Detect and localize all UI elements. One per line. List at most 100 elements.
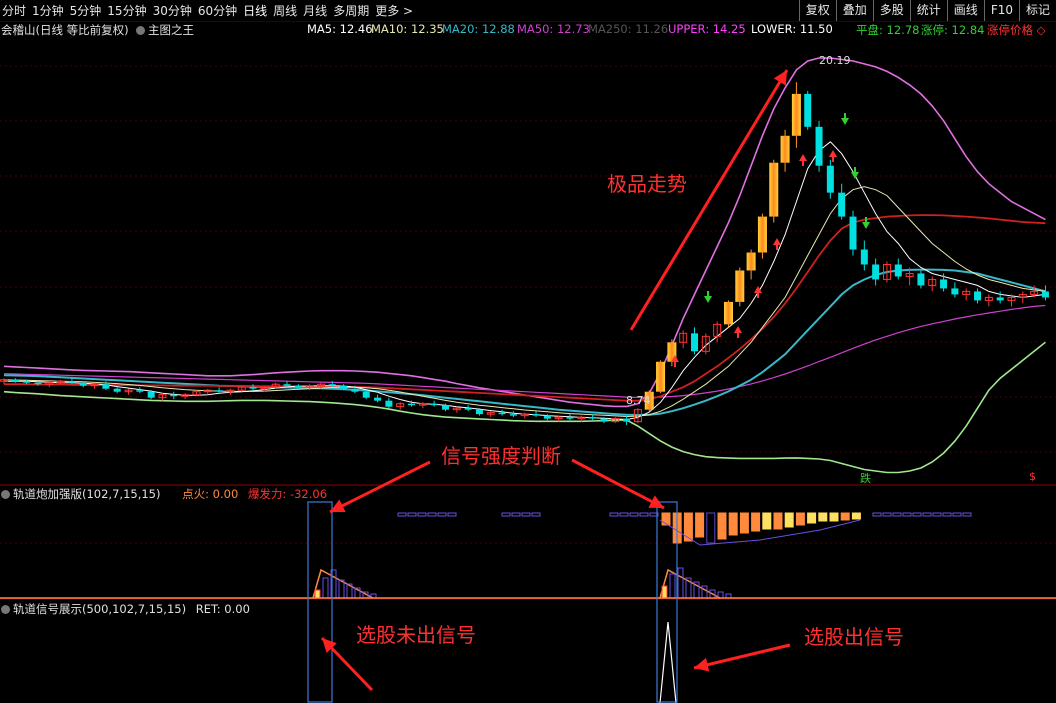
- candle-body: [374, 397, 382, 401]
- candle-body: [283, 384, 291, 386]
- candle-body: [951, 288, 959, 295]
- strength-bar: [840, 512, 850, 521]
- strength-bar: [706, 512, 716, 544]
- candle-body: [408, 403, 416, 406]
- no-signal-annotation: 选股未出信号: [356, 623, 476, 647]
- candle-body: [746, 252, 756, 271]
- sell-arrow: [851, 172, 859, 179]
- highlight-box-1: [307, 501, 333, 703]
- strength-arrow-left: [329, 460, 431, 514]
- strength-dash: [629, 512, 639, 517]
- signal2-bar: [677, 567, 684, 599]
- dollar-marker: $: [1029, 470, 1036, 483]
- candle-body: [147, 391, 155, 398]
- strength-dash: [639, 512, 649, 517]
- candle-body: [691, 333, 699, 352]
- candle-body: [791, 93, 801, 136]
- panel1-header: 轨道炮加强版(102,7,15,15) 点火: 0.00 爆发力: -32.06: [1, 486, 327, 502]
- strength-arrow-right: [571, 458, 665, 510]
- kline-chart: [0, 57, 1056, 703]
- strength-bar: [773, 512, 783, 530]
- candle-body: [68, 381, 76, 383]
- signal-arrow: [693, 643, 791, 670]
- signal2-bar: [661, 585, 668, 599]
- strength-bar: [695, 512, 705, 538]
- candle-body: [894, 264, 902, 277]
- panel2-dropdown-icon[interactable]: [1, 605, 10, 614]
- strength-dash: [427, 512, 437, 517]
- strength-dash: [417, 512, 427, 517]
- candle-body: [430, 403, 438, 406]
- candle-body: [23, 381, 31, 383]
- candle-body: [600, 418, 608, 422]
- candle-body: [34, 382, 42, 385]
- sell-arrow: [841, 118, 849, 125]
- upper-band-line: [3, 57, 1046, 408]
- strength-bar: [818, 512, 828, 522]
- candle-body: [735, 270, 745, 302]
- trend-annotation: 极品走势: [607, 172, 687, 196]
- candle-body: [566, 417, 574, 419]
- candle-body: [11, 379, 19, 382]
- strength-dash: [437, 512, 447, 517]
- baofa-value: 爆发力: -32.06: [247, 487, 328, 501]
- candle-body: [804, 93, 812, 127]
- strength-dash: [397, 512, 407, 517]
- strength-dash: [892, 512, 902, 517]
- candle-body: [917, 273, 925, 286]
- strength-dash: [501, 512, 511, 517]
- candle-body: [656, 361, 666, 392]
- ret-value: RET: 0.00: [195, 602, 250, 616]
- candle-body: [475, 409, 483, 415]
- candle-body: [328, 384, 336, 386]
- strength-dash: [882, 512, 892, 517]
- panel1-title: 轨道炮加强版(102,7,15,15): [13, 487, 161, 501]
- ma50-line: [3, 304, 1046, 398]
- candle-body: [136, 390, 144, 392]
- buy-arrow: [734, 326, 742, 333]
- signal-display-panel: [307, 501, 678, 703]
- signal-arrow-head: [694, 657, 710, 672]
- signal1-bar: [314, 589, 321, 599]
- buy-arrow: [799, 154, 807, 161]
- candle-body: [780, 135, 790, 163]
- strength-dash: [407, 512, 417, 517]
- candle-body: [757, 216, 767, 253]
- candle-body: [102, 384, 110, 389]
- candle-body: [543, 415, 551, 419]
- candle-body: [441, 405, 449, 410]
- candle-body: [940, 279, 948, 289]
- candle-body: [860, 249, 868, 265]
- die-marker: 跌: [860, 472, 871, 485]
- strength-bar: [717, 512, 727, 540]
- annotation-arrows: [320, 69, 791, 692]
- signal2-triangle: [659, 568, 721, 599]
- candle-body: [351, 388, 359, 392]
- candle-body: [974, 291, 982, 301]
- signal-spike: [659, 621, 677, 703]
- strength-bar: [795, 512, 805, 526]
- panel1-dropdown-icon[interactable]: [1, 490, 10, 499]
- strength-bar: [762, 512, 772, 530]
- signal-strength-panel: [0, 512, 1056, 599]
- candle-body: [769, 162, 779, 217]
- signal2-bar: [669, 573, 676, 599]
- strength-dash: [912, 512, 922, 517]
- strength-dash: [511, 512, 521, 517]
- candle-body: [723, 301, 733, 325]
- strength-bar: [851, 512, 861, 520]
- candle-body: [532, 414, 540, 416]
- candle-body: [589, 417, 597, 419]
- indicator-lines: [3, 57, 1046, 474]
- candle-body: [385, 400, 393, 407]
- strength-dash: [922, 512, 932, 517]
- candle-body: [215, 390, 223, 392]
- strength-dash: [447, 512, 457, 517]
- candle-body: [340, 385, 348, 389]
- candle-body: [623, 418, 631, 422]
- panel2-header: 轨道信号展示(500,102,7,15,15) RET: 0.00: [1, 601, 250, 617]
- signal-arrows: [671, 113, 870, 367]
- signal1-bar: [322, 577, 329, 599]
- signal-annotation: 选股出信号: [804, 625, 904, 649]
- buy-arrow: [829, 150, 837, 157]
